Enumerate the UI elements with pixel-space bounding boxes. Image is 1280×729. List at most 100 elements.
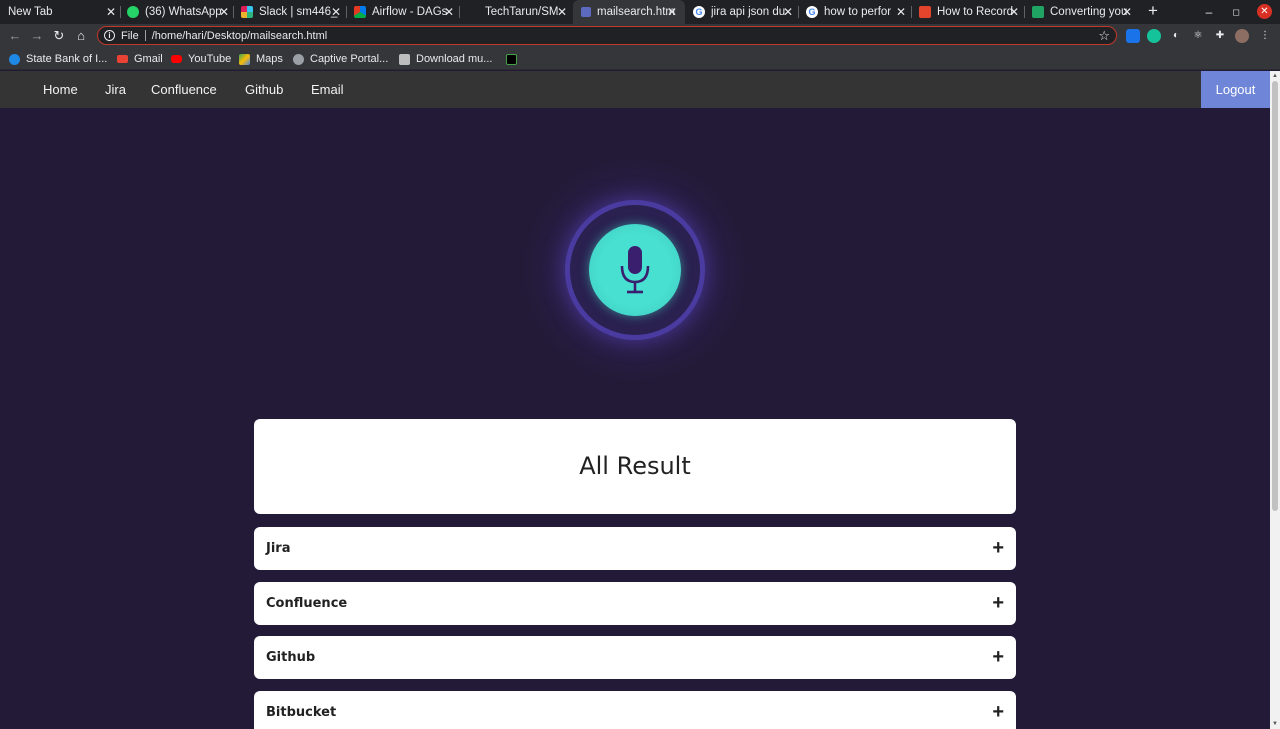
google-icon: G [693, 6, 705, 18]
vertical-scrollbar[interactable]: ▲ ▼ [1270, 71, 1280, 729]
nav-email[interactable]: Email [311, 71, 344, 108]
tab-separator [911, 6, 912, 18]
whatsapp-icon [127, 6, 139, 18]
bookmark-label: Captive Portal... [310, 53, 389, 65]
tab-separator [798, 6, 799, 18]
forward-arrow-icon[interactable]: → [28, 27, 46, 45]
bookmark-unnamed[interactable] [506, 51, 517, 67]
profile-avatar[interactable] [1235, 29, 1249, 43]
sheets-icon [1032, 6, 1044, 18]
browser-tab-strip: New Tab ✕ (36) WhatsApp ✕ Slack | sm446_… [0, 0, 1280, 24]
mic-core[interactable] [589, 224, 681, 316]
gmail-icon [117, 55, 128, 63]
tab-separator [233, 6, 234, 18]
bookmark-site-icon [919, 6, 931, 18]
tab-how-to-perform[interactable]: G how to perfor ✕ [806, 0, 908, 24]
bookmark-youtube[interactable]: YouTube [171, 51, 231, 67]
bookmark-star-icon[interactable]: ☆ [1098, 28, 1110, 43]
bookmark-sbi[interactable]: State Bank of I... [9, 51, 107, 67]
accordion-jira[interactable]: Jira + [254, 527, 1016, 570]
tab-close-icon[interactable]: ✕ [781, 4, 795, 20]
minimize-button[interactable]: – [1199, 2, 1219, 22]
expand-plus-icon[interactable]: + [992, 527, 1004, 570]
accordion-label: Confluence [266, 596, 348, 611]
bookmark-label: Download mu... [416, 53, 493, 65]
accordion-bitbucket[interactable]: Bitbucket + [254, 691, 1016, 729]
tab-separator [1024, 6, 1025, 18]
tab-close-icon[interactable]: ✕ [329, 4, 343, 20]
tab-close-icon[interactable]: ✕ [894, 4, 908, 20]
scroll-down-arrow-icon[interactable]: ▼ [1270, 719, 1280, 729]
home-icon[interactable]: ⌂ [72, 27, 90, 45]
grammarly-icon[interactable] [1147, 29, 1161, 43]
bookmark-label: State Bank of I... [26, 53, 108, 65]
scroll-thumb[interactable] [1272, 81, 1278, 511]
info-icon[interactable]: i [104, 30, 115, 41]
address-divider [144, 30, 146, 41]
tab-new-tab[interactable]: New Tab ✕ [8, 0, 118, 24]
tab-close-icon[interactable]: ✕ [1007, 4, 1021, 20]
bookmark-captive-portal[interactable]: Captive Portal... [293, 51, 388, 67]
expand-plus-icon[interactable]: + [992, 691, 1004, 729]
url-text[interactable]: /home/hari/Desktop/mailsearch.html [152, 30, 327, 42]
close-window-button[interactable]: ✕ [1257, 4, 1272, 19]
tab-mailsearch-active[interactable]: mailsearch.htm ✕ [573, 0, 685, 24]
restore-button[interactable]: ◻ [1226, 2, 1246, 22]
bookmark-gmail[interactable]: Gmail [117, 51, 163, 67]
react-devtools-icon[interactable]: ⚛ [1191, 29, 1205, 43]
tab-how-to-record[interactable]: How to Record ✕ [919, 0, 1021, 24]
expand-plus-icon[interactable]: + [992, 636, 1004, 679]
download-site-icon [399, 53, 410, 65]
reload-icon[interactable]: ↻ [50, 27, 68, 45]
tab-separator [459, 6, 460, 18]
extension-shield-icon[interactable]: ◐ [1169, 29, 1183, 43]
tab-close-icon[interactable]: ✕ [104, 4, 118, 20]
tab-close-icon[interactable]: ✕ [555, 4, 569, 20]
nav-jira[interactable]: Jira [105, 71, 126, 108]
scheme-label: File [121, 29, 139, 42]
expand-plus-icon[interactable]: + [992, 582, 1004, 625]
tab-slack[interactable]: Slack | sm446_ ✕ [241, 0, 343, 24]
nav-confluence[interactable]: Confluence [151, 71, 217, 108]
tab-close-icon[interactable]: ✕ [442, 4, 456, 20]
tab-title: New Tab [8, 6, 53, 18]
globe-icon [293, 53, 304, 65]
extensions-puzzle-icon[interactable]: ✚ [1213, 29, 1227, 43]
nav-home[interactable]: Home [43, 71, 78, 108]
new-tab-button[interactable]: + [1143, 2, 1163, 22]
bookmark-download[interactable]: Download mu... [399, 51, 492, 67]
scroll-up-arrow-icon[interactable]: ▲ [1270, 71, 1280, 81]
tab-jira-api[interactable]: G jira api json du ✕ [693, 0, 795, 24]
accordion-label: Jira [266, 541, 291, 556]
tab-github[interactable]: TechTarun/SM ✕ [467, 0, 569, 24]
accordion-label: Bitbucket [266, 705, 337, 720]
tab-close-icon[interactable]: ✕ [665, 4, 679, 20]
tab-close-icon[interactable]: ✕ [1120, 4, 1134, 20]
accordion-confluence[interactable]: Confluence + [254, 582, 1016, 625]
back-arrow-icon[interactable]: ← [6, 27, 24, 45]
tab-close-icon[interactable]: ✕ [217, 4, 231, 20]
bookmarks-bar: State Bank of I... Gmail YouTube Maps Ca… [0, 48, 1280, 70]
address-bar[interactable]: i File /home/hari/Desktop/mailsearch.htm… [97, 26, 1117, 45]
slack-icon [241, 6, 253, 18]
sbi-icon [9, 53, 20, 65]
accordion-github[interactable]: Github + [254, 636, 1016, 679]
accordion-label: Github [266, 650, 316, 665]
browser-menu-icon[interactable]: ⋮ [1258, 29, 1272, 43]
bookmark-maps[interactable]: Maps [239, 51, 283, 67]
nav-github[interactable]: Github [245, 71, 283, 108]
page-viewport: Home Jira Confluence Github Email Logout… [0, 71, 1270, 729]
file-icon [581, 7, 591, 17]
tab-whatsapp[interactable]: (36) WhatsApp ✕ [127, 0, 231, 24]
voice-search-button[interactable] [520, 155, 750, 385]
bookmark-label: Maps [256, 53, 283, 65]
tab-airflow[interactable]: Airflow - DAGs ✕ [354, 0, 456, 24]
tab-separator [120, 6, 121, 18]
logout-button[interactable]: Logout [1201, 71, 1270, 108]
tab-converting[interactable]: Converting you ✕ [1032, 0, 1134, 24]
youtube-icon [171, 55, 182, 63]
microphone-icon [620, 246, 650, 294]
bookmark-label: Gmail [134, 53, 163, 65]
results-header-card: All Result [254, 419, 1016, 514]
extension-icon[interactable] [1126, 29, 1140, 43]
